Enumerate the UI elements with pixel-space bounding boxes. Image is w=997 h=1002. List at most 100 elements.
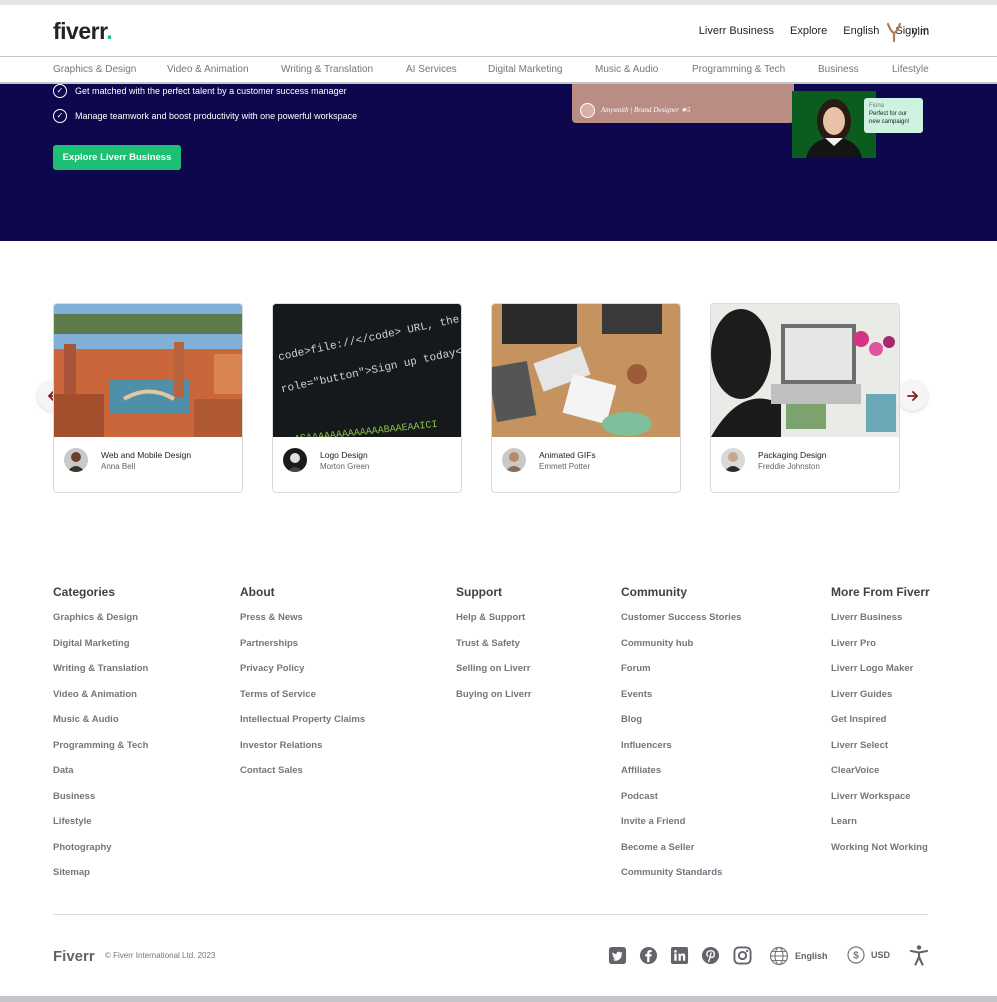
footer-link[interactable]: Sitemap: [53, 867, 148, 893]
gig-card[interactable]: Web and Mobile Design Anna Bell: [53, 303, 243, 493]
footer-link[interactable]: Liverr Pro: [831, 638, 930, 664]
card-title: Packaging Design: [758, 450, 827, 460]
footer-link[interactable]: Buying on Liverr: [456, 689, 531, 715]
footer-link[interactable]: Business: [53, 791, 148, 817]
gig-card[interactable]: Animated GIFs Emmett Potter: [491, 303, 681, 493]
language-label: English: [795, 951, 828, 961]
footer-link[interactable]: Digital Marketing: [53, 638, 148, 664]
accessibility-icon[interactable]: [908, 944, 930, 966]
explore-liverr-business-button[interactable]: Explore Liverr Business: [53, 145, 181, 170]
nav-liverr-business[interactable]: Liverr Business: [699, 25, 774, 37]
footer-link[interactable]: ClearVoice: [831, 765, 930, 791]
category-bar: Graphics & Design Video & Animation Writ…: [0, 57, 997, 84]
footer-column-community: Community Customer Success Stories Commu…: [621, 585, 741, 893]
currency-selector[interactable]: $ USD: [847, 946, 890, 964]
category-graphics-design[interactable]: Graphics & Design: [53, 64, 136, 75]
footer-link[interactable]: Get Inspired: [831, 714, 930, 740]
designer-caption: Amysmith | Brand Designer ★5: [601, 106, 691, 114]
language-selector[interactable]: English: [769, 946, 828, 966]
footer-link[interactable]: Become a Seller: [621, 842, 741, 868]
footer-column-support: Support Help & Support Trust & Safety Se…: [456, 585, 531, 714]
facebook-icon[interactable]: [639, 946, 658, 965]
footer-divider: [53, 914, 928, 915]
footer-link[interactable]: Lifestyle: [53, 816, 148, 842]
card-title: Web and Mobile Design: [101, 450, 192, 460]
business-hero-banner: ✓ Get matched with the perfect talent by…: [0, 84, 997, 241]
globe-icon: [769, 946, 789, 966]
footer-logo[interactable]: Fiverr: [53, 948, 95, 965]
footer-link[interactable]: Events: [621, 689, 741, 715]
twitter-icon[interactable]: [608, 946, 627, 965]
category-writing-translation[interactable]: Writing & Translation: [281, 64, 373, 75]
footer-link[interactable]: Contact Sales: [240, 765, 365, 791]
author-avatar: [502, 448, 526, 472]
footer-link[interactable]: Blog: [621, 714, 741, 740]
footer-link[interactable]: Terms of Service: [240, 689, 365, 715]
linkedin-icon[interactable]: [670, 946, 689, 965]
footer-link[interactable]: Data: [53, 765, 148, 791]
gig-card[interactable]: code>file://</code> URL, the "next" role…: [272, 303, 462, 493]
category-video-animation[interactable]: Video & Animation: [167, 64, 249, 75]
chat-bubble: Fiona Perfect for our new campaign!: [864, 98, 923, 133]
card-title: Logo Design: [320, 450, 368, 460]
footer-link[interactable]: Podcast: [621, 791, 741, 817]
user-avatar-icon: [886, 22, 902, 42]
footer-link[interactable]: Video & Animation: [53, 689, 148, 715]
pinterest-icon[interactable]: [701, 946, 720, 965]
footer-link[interactable]: Graphics & Design: [53, 612, 148, 638]
footer-link[interactable]: Liverr Guides: [831, 689, 930, 715]
footer-link[interactable]: Programming & Tech: [53, 740, 148, 766]
check-circle-icon: ✓: [53, 109, 67, 123]
footer-link[interactable]: Invite a Friend: [621, 816, 741, 842]
footer-link[interactable]: Intellectual Property Claims: [240, 714, 365, 740]
currency-label: USD: [871, 950, 891, 960]
footer-link[interactable]: Community Standards: [621, 867, 741, 893]
nav-explore[interactable]: Explore: [790, 25, 827, 37]
footer-link[interactable]: Working Not Working: [831, 842, 930, 868]
footer-column-categories: Categories Graphics & Design Digital Mar…: [53, 585, 148, 893]
card-title: Animated GIFs: [539, 450, 596, 460]
user-menu[interactable]: ylm: [886, 22, 929, 42]
category-business[interactable]: Business: [818, 64, 859, 75]
footer-link[interactable]: Liverr Workspace: [831, 791, 930, 817]
hero-check-item: ✓ Manage teamwork and boost productivity…: [53, 109, 357, 123]
footer-link[interactable]: Customer Success Stories: [621, 612, 741, 638]
footer-link[interactable]: Learn: [831, 816, 930, 842]
author-avatar: [64, 448, 88, 472]
category-lifestyle[interactable]: Lifestyle: [892, 64, 929, 75]
footer-link[interactable]: Help & Support: [456, 612, 531, 638]
footer-link[interactable]: Privacy Policy: [240, 663, 365, 689]
footer-link[interactable]: Selling on Liverr: [456, 663, 531, 689]
footer-link[interactable]: Liverr Logo Maker: [831, 663, 930, 689]
footer-link[interactable]: Trust & Safety: [456, 638, 531, 664]
category-programming-tech[interactable]: Programming & Tech: [692, 64, 785, 75]
footer-link[interactable]: Music & Audio: [53, 714, 148, 740]
copyright-text: © Fiverr International Ltd. 2023: [105, 951, 216, 960]
category-digital-marketing[interactable]: Digital Marketing: [488, 64, 562, 75]
footer-link[interactable]: Press & News: [240, 612, 365, 638]
nav-language[interactable]: English: [843, 25, 879, 37]
footer-heading: Categories: [53, 585, 116, 599]
footer-link[interactable]: Community hub: [621, 638, 741, 664]
designer-avatar: [580, 103, 595, 118]
footer-link[interactable]: Liverr Select: [831, 740, 930, 766]
footer-heading: Support: [456, 585, 502, 599]
footer-link[interactable]: Photography: [53, 842, 148, 868]
footer-link[interactable]: Partnerships: [240, 638, 365, 664]
category-ai-services[interactable]: AI Services: [406, 64, 457, 75]
category-music-audio[interactable]: Music & Audio: [595, 64, 658, 75]
card-author: Anna Bell: [101, 462, 136, 471]
footer-link[interactable]: Investor Relations: [240, 740, 365, 766]
footer-link[interactable]: Liverr Business: [831, 612, 930, 638]
dollar-circle-icon: $: [847, 946, 865, 964]
card-author: Morton Green: [320, 462, 370, 471]
footer-link[interactable]: Influencers: [621, 740, 741, 766]
footer-link[interactable]: Forum: [621, 663, 741, 689]
gig-card[interactable]: Packaging Design Freddie Johnston: [710, 303, 900, 493]
instagram-icon[interactable]: [733, 946, 752, 965]
footer-heading: More From Fiverr: [831, 585, 930, 599]
fiverr-logo[interactable]: fiverr.: [53, 18, 113, 45]
footer-link[interactable]: Writing & Translation: [53, 663, 148, 689]
svg-text:$: $: [853, 951, 859, 962]
footer-link[interactable]: Affiliates: [621, 765, 741, 791]
